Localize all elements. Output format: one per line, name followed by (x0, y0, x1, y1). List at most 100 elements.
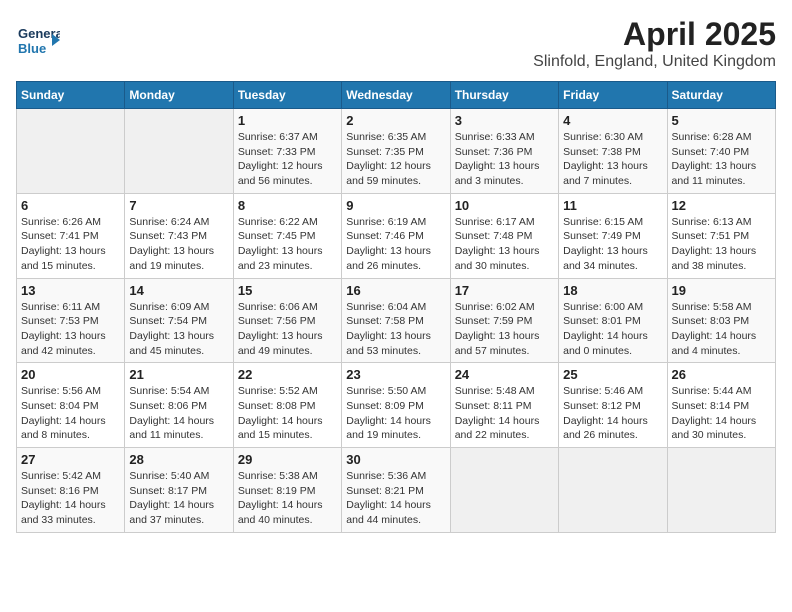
day-info: Sunrise: 6:22 AMSunset: 7:45 PMDaylight:… (238, 215, 337, 274)
day-number: 10 (455, 198, 554, 213)
calendar-cell: 12 Sunrise: 6:13 AMSunset: 7:51 PMDayligh… (667, 193, 775, 278)
header-cell-tuesday: Tuesday (233, 82, 341, 109)
calendar-cell: 2Sunrise: 6:35 AMSunset: 7:35 PMDaylight… (342, 109, 450, 194)
day-info: Sunrise: 5:56 AMSunset: 8:04 PMDaylight:… (21, 384, 120, 443)
calendar-cell: 28 Sunrise: 5:40 AMSunset: 8:17 PMDayligh… (125, 448, 233, 533)
calendar-cell (125, 109, 233, 194)
day-info: Sunrise: 6:28 AMSunset: 7:40 PMDaylight:… (672, 130, 771, 189)
day-info: Sunrise: 6:15 AMSunset: 7:49 PMDaylight:… (563, 215, 662, 274)
calendar-cell (667, 448, 775, 533)
day-number: 12 (672, 198, 771, 213)
calendar-cell: 8Sunrise: 6:22 AMSunset: 7:45 PMDaylight… (233, 193, 341, 278)
day-number: 11 (563, 198, 662, 213)
day-number: 25 (563, 367, 662, 382)
day-number: 14 (129, 283, 228, 298)
calendar-cell: 21 Sunrise: 5:54 AMSunset: 8:06 PMDayligh… (125, 363, 233, 448)
day-info: Sunrise: 5:46 AMSunset: 8:12 PMDaylight:… (563, 384, 662, 443)
day-number: 5 (672, 113, 771, 128)
day-number: 9 (346, 198, 445, 213)
day-number: 6 (21, 198, 120, 213)
day-number: 24 (455, 367, 554, 382)
week-row-3: 13 Sunrise: 6:11 AMSunset: 7:53 PMDayligh… (17, 278, 776, 363)
day-number: 20 (21, 367, 120, 382)
week-row-1: 1 Sunrise: 6:37 AMSunset: 7:33 PMDaylight… (17, 109, 776, 194)
header-cell-friday: Friday (559, 82, 667, 109)
day-info: Sunrise: 6:02 AMSunset: 7:59 PMDaylight:… (455, 300, 554, 359)
day-number: 17 (455, 283, 554, 298)
calendar-cell: 3Sunrise: 6:33 AMSunset: 7:36 PMDaylight… (450, 109, 558, 194)
calendar-body: 1 Sunrise: 6:37 AMSunset: 7:33 PMDaylight… (17, 109, 776, 533)
calendar-cell: 7Sunrise: 6:24 AMSunset: 7:43 PMDaylight… (125, 193, 233, 278)
day-number: 15 (238, 283, 337, 298)
calendar-cell: 23 Sunrise: 5:50 AMSunset: 8:09 PMDayligh… (342, 363, 450, 448)
logo: General Blue (16, 16, 60, 60)
day-number: 28 (129, 452, 228, 467)
day-info: Sunrise: 5:50 AMSunset: 8:09 PMDaylight:… (346, 384, 445, 443)
calendar-cell: 24Sunrise: 5:48 AMSunset: 8:11 PMDayligh… (450, 363, 558, 448)
day-info: Sunrise: 6:17 AMSunset: 7:48 PMDaylight:… (455, 215, 554, 274)
day-info: Sunrise: 6:13 AMSunset: 7:51 PMDaylight:… (672, 215, 771, 274)
calendar-cell: 26Sunrise: 5:44 AMSunset: 8:14 PMDayligh… (667, 363, 775, 448)
day-info: Sunrise: 5:42 AMSunset: 8:16 PMDaylight:… (21, 469, 120, 528)
title-block: April 2025 Slinfold, England, United Kin… (533, 16, 776, 71)
calendar-cell: 11 Sunrise: 6:15 AMSunset: 7:49 PMDayligh… (559, 193, 667, 278)
day-number: 1 (238, 113, 337, 128)
calendar-cell (450, 448, 558, 533)
header-cell-thursday: Thursday (450, 82, 558, 109)
page-title: April 2025 (533, 16, 776, 53)
day-number: 30 (346, 452, 445, 467)
header-cell-wednesday: Wednesday (342, 82, 450, 109)
calendar-cell: 9 Sunrise: 6:19 AMSunset: 7:46 PMDaylight… (342, 193, 450, 278)
day-info: Sunrise: 6:30 AMSunset: 7:38 PMDaylight:… (563, 130, 662, 189)
calendar-cell: 18 Sunrise: 6:00 AMSunset: 8:01 PMDayligh… (559, 278, 667, 363)
calendar-cell: 17 Sunrise: 6:02 AMSunset: 7:59 PMDayligh… (450, 278, 558, 363)
calendar-cell: 27Sunrise: 5:42 AMSunset: 8:16 PMDayligh… (17, 448, 125, 533)
calendar-cell: 4 Sunrise: 6:30 AMSunset: 7:38 PMDaylight… (559, 109, 667, 194)
day-number: 18 (563, 283, 662, 298)
page-header: General Blue April 2025 Slinfold, Englan… (16, 16, 776, 71)
calendar-table: SundayMondayTuesdayWednesdayThursdayFrid… (16, 81, 776, 533)
day-number: 2 (346, 113, 445, 128)
day-number: 29 (238, 452, 337, 467)
day-number: 19 (672, 283, 771, 298)
calendar-cell (17, 109, 125, 194)
week-row-4: 20 Sunrise: 5:56 AMSunset: 8:04 PMDayligh… (17, 363, 776, 448)
calendar-header: SundayMondayTuesdayWednesdayThursdayFrid… (17, 82, 776, 109)
day-info: Sunrise: 6:11 AMSunset: 7:53 PMDaylight:… (21, 300, 120, 359)
day-number: 4 (563, 113, 662, 128)
day-number: 3 (455, 113, 554, 128)
calendar-cell: 6Sunrise: 6:26 AMSunset: 7:41 PMDaylight… (17, 193, 125, 278)
header-row: SundayMondayTuesdayWednesdayThursdayFrid… (17, 82, 776, 109)
calendar-cell: 5 Sunrise: 6:28 AMSunset: 7:40 PMDaylight… (667, 109, 775, 194)
calendar-cell: 1 Sunrise: 6:37 AMSunset: 7:33 PMDaylight… (233, 109, 341, 194)
day-info: Sunrise: 5:52 AMSunset: 8:08 PMDaylight:… (238, 384, 337, 443)
day-info: Sunrise: 6:06 AMSunset: 7:56 PMDaylight:… (238, 300, 337, 359)
day-number: 7 (129, 198, 228, 213)
day-info: Sunrise: 5:40 AMSunset: 8:17 PMDaylight:… (129, 469, 228, 528)
day-number: 23 (346, 367, 445, 382)
day-info: Sunrise: 5:54 AMSunset: 8:06 PMDaylight:… (129, 384, 228, 443)
calendar-cell: 13 Sunrise: 6:11 AMSunset: 7:53 PMDayligh… (17, 278, 125, 363)
calendar-cell: 19Sunrise: 5:58 AMSunset: 8:03 PMDayligh… (667, 278, 775, 363)
calendar-cell: 20 Sunrise: 5:56 AMSunset: 8:04 PMDayligh… (17, 363, 125, 448)
calendar-cell: 16 Sunrise: 6:04 AMSunset: 7:58 PMDayligh… (342, 278, 450, 363)
logo-icon: General Blue (16, 16, 60, 60)
calendar-cell (559, 448, 667, 533)
svg-text:Blue: Blue (18, 41, 46, 56)
day-info: Sunrise: 6:09 AMSunset: 7:54 PMDaylight:… (129, 300, 228, 359)
day-number: 21 (129, 367, 228, 382)
day-info: Sunrise: 6:19 AMSunset: 7:46 PMDaylight:… (346, 215, 445, 274)
week-row-2: 6Sunrise: 6:26 AMSunset: 7:41 PMDaylight… (17, 193, 776, 278)
header-cell-monday: Monday (125, 82, 233, 109)
day-number: 13 (21, 283, 120, 298)
header-cell-sunday: Sunday (17, 82, 125, 109)
day-info: Sunrise: 6:04 AMSunset: 7:58 PMDaylight:… (346, 300, 445, 359)
day-info: Sunrise: 6:00 AMSunset: 8:01 PMDaylight:… (563, 300, 662, 359)
day-info: Sunrise: 5:36 AMSunset: 8:21 PMDaylight:… (346, 469, 445, 528)
day-number: 26 (672, 367, 771, 382)
day-info: Sunrise: 6:37 AMSunset: 7:33 PMDaylight:… (238, 130, 337, 189)
day-info: Sunrise: 5:38 AMSunset: 8:19 PMDaylight:… (238, 469, 337, 528)
calendar-cell: 15 Sunrise: 6:06 AMSunset: 7:56 PMDayligh… (233, 278, 341, 363)
calendar-cell: 30 Sunrise: 5:36 AMSunset: 8:21 PMDayligh… (342, 448, 450, 533)
day-number: 16 (346, 283, 445, 298)
